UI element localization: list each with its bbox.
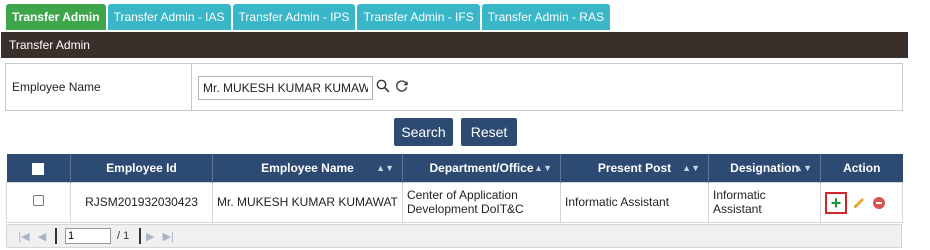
refresh-icon[interactable] [393, 76, 411, 96]
pager: |◀ ◀ / 1 ▶ ▶| [6, 224, 902, 248]
sort-icon[interactable]: ▲▼ [376, 163, 394, 173]
tab-bar: Transfer Admin Transfer Admin - IAS Tran… [6, 4, 610, 30]
designation-cell: Informatic Assistant [708, 181, 821, 223]
column-header-department[interactable]: Department/Office ▲▼ [402, 154, 561, 182]
row-select-cell[interactable] [6, 181, 71, 223]
filter-divider [191, 64, 192, 110]
select-all-header[interactable] [6, 154, 71, 182]
prev-page-icon[interactable]: ◀ [33, 230, 51, 243]
employee-id-cell: RJSM201932030423 [70, 181, 213, 223]
sort-icon[interactable]: ▲▼ [794, 163, 812, 173]
panel-title: Transfer Admin [1, 32, 908, 58]
sort-icon[interactable]: ▲▼ [534, 163, 552, 173]
sort-icon[interactable]: ▲▼ [682, 163, 700, 173]
add-icon[interactable]: + [825, 191, 847, 214]
column-header-present-post[interactable]: Present Post ▲▼ [560, 154, 709, 182]
tab-transfer-admin[interactable]: Transfer Admin [6, 4, 106, 30]
present-post-cell: Informatic Assistant [560, 181, 709, 223]
table-row: RJSM201932030423 Mr. MUKESH KUMAR KUMAWA… [6, 181, 903, 223]
column-header-designation[interactable]: Designation ▲▼ [708, 154, 821, 182]
employee-name-label: Employee Name [12, 80, 101, 94]
filter-panel: Employee Name [5, 63, 903, 111]
table-header-row: Employee Id Employee Name ▲▼ Department/O… [6, 154, 903, 182]
reset-button[interactable]: Reset [461, 118, 517, 146]
first-page-icon[interactable]: |◀ [15, 230, 33, 243]
tab-transfer-admin-ias[interactable]: Transfer Admin - IAS [107, 4, 231, 30]
delete-icon[interactable] [873, 196, 885, 209]
department-cell: Center of Application Development DoIT&C [402, 181, 561, 223]
employee-name-cell: Mr. MUKESH KUMAR KUMAWAT [212, 181, 403, 223]
next-page-icon[interactable]: ▶ [141, 230, 159, 243]
page-number-input[interactable] [65, 228, 111, 244]
edit-icon[interactable] [851, 195, 867, 211]
tab-transfer-admin-ifs[interactable]: Transfer Admin - IFS [357, 4, 480, 30]
page-total: / 1 [117, 230, 130, 242]
last-page-icon[interactable]: ▶| [159, 230, 177, 243]
tab-transfer-admin-ips[interactable]: Transfer Admin - IPS [232, 4, 356, 30]
search-icon[interactable] [374, 76, 392, 96]
action-cell: + [820, 181, 903, 223]
pager-separator [55, 228, 57, 244]
column-header-action: Action [820, 154, 903, 182]
employee-table: Employee Id Employee Name ▲▼ Department/O… [6, 154, 903, 223]
column-header-employee-name[interactable]: Employee Name ▲▼ [212, 154, 403, 182]
row-checkbox[interactable] [33, 195, 44, 206]
employee-name-input[interactable] [198, 76, 373, 100]
tab-transfer-admin-ras[interactable]: Transfer Admin - RAS [481, 4, 610, 30]
column-header-employee-id[interactable]: Employee Id [70, 154, 213, 182]
search-button[interactable]: Search [394, 118, 453, 146]
select-all-checkbox[interactable] [32, 162, 45, 175]
